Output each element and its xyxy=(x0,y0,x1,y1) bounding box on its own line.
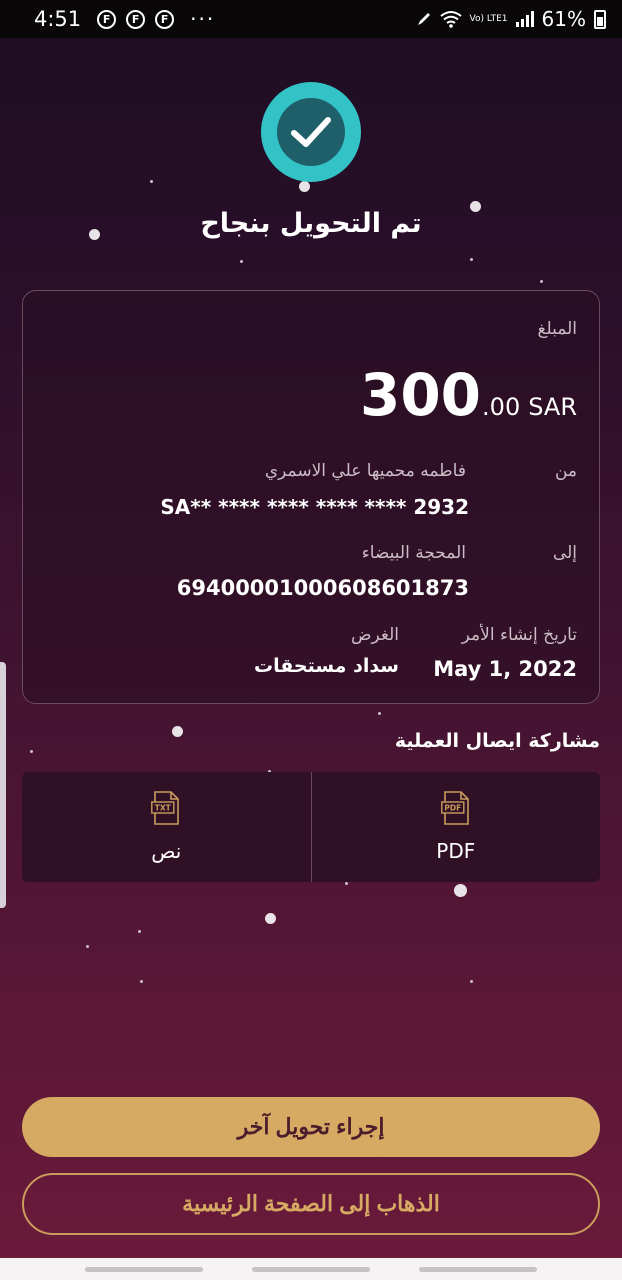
page-title: تم التحويل بنجاح xyxy=(200,208,422,239)
notification-f-icon: F xyxy=(155,9,175,29)
purpose-label: الغرض xyxy=(350,625,399,645)
txt-file-icon: TXT xyxy=(151,791,180,825)
share-txt-button[interactable]: TXT نص xyxy=(22,772,312,882)
battery-percent: 61% xyxy=(541,7,586,31)
from-name: فاطمه محميها علي الاسمري xyxy=(264,461,466,481)
wifi-icon xyxy=(439,11,462,28)
nav-home-gesture[interactable] xyxy=(251,1266,370,1272)
notification-f-icon: F xyxy=(126,9,146,29)
star-decoration xyxy=(138,930,141,933)
from-label: من xyxy=(554,461,577,481)
star-decoration xyxy=(540,280,543,283)
star-decoration xyxy=(240,260,243,263)
amount-decimal: .00 xyxy=(482,393,521,421)
status-bar: 4:51 F F F ··· Vo) LTE1 61% xyxy=(0,0,622,38)
date-value: May 1, 2022 xyxy=(433,657,577,681)
star-decoration xyxy=(265,913,276,924)
transfer-details-card: المبلغ 300 .00 SAR من فاطمه محميها علي ا… xyxy=(22,290,600,704)
star-decoration xyxy=(86,945,89,948)
svg-text:PDF: PDF xyxy=(444,804,461,813)
date-label: تاريخ إنشاء الأمر xyxy=(461,625,577,645)
share-pdf-label: PDF xyxy=(436,839,476,863)
nav-recents-gesture[interactable] xyxy=(419,1266,538,1272)
pen-icon xyxy=(417,13,430,25)
to-name: المحجة البيضاء xyxy=(361,543,466,563)
star-decoration xyxy=(454,884,467,897)
star-decoration xyxy=(470,980,473,983)
share-options: TXT نص PDF PDF xyxy=(22,772,600,882)
star-decoration xyxy=(299,181,310,192)
star-decoration xyxy=(172,726,183,737)
nav-back-gesture[interactable] xyxy=(84,1266,203,1272)
network-label: Vo) LTE1 xyxy=(469,13,508,24)
amount-label: المبلغ xyxy=(537,319,577,339)
new-transfer-button[interactable]: إجراء تحويل آخر xyxy=(22,1097,600,1157)
pdf-file-icon: PDF xyxy=(440,791,469,825)
edge-panel-handle[interactable] xyxy=(0,662,6,908)
signal-icon xyxy=(515,11,534,27)
more-notifications-icon: ··· xyxy=(190,7,216,31)
go-home-button[interactable]: الذهاب إلى الصفحة الرئيسية xyxy=(22,1173,600,1235)
amount-currency: SAR xyxy=(528,393,577,421)
status-time: 4:51 xyxy=(34,7,82,31)
notification-f-icon: F xyxy=(97,9,117,29)
star-decoration xyxy=(378,712,381,715)
system-navigation-bar xyxy=(0,1258,622,1280)
amount-integer: 300 xyxy=(359,361,482,429)
amount-display: 300 .00 SAR xyxy=(360,361,577,429)
star-decoration xyxy=(345,882,348,885)
share-pdf-button[interactable]: PDF PDF xyxy=(312,772,601,882)
from-account: SA** **** **** **** **** 2932 xyxy=(160,495,469,519)
share-receipt-title: مشاركة ايصال العملية xyxy=(394,730,600,752)
purpose-value: سداد مستحقات xyxy=(254,655,399,677)
to-account: 69400001000608601873 xyxy=(176,576,469,600)
star-decoration xyxy=(150,180,153,183)
share-txt-label: نص xyxy=(151,839,182,863)
star-decoration xyxy=(470,258,473,261)
battery-icon xyxy=(594,9,606,29)
to-label: إلى xyxy=(552,543,577,563)
star-decoration xyxy=(140,980,143,983)
check-circle-icon xyxy=(261,82,361,182)
star-decoration xyxy=(30,750,33,753)
svg-text:TXT: TXT xyxy=(155,804,172,813)
